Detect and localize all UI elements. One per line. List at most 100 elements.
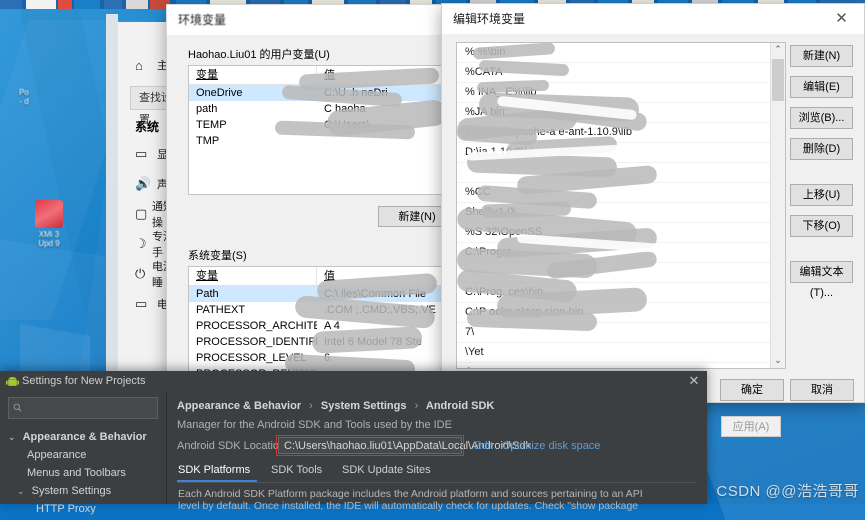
path-entry[interactable] [457,263,771,283]
tab-sdk-tools[interactable]: SDK Tools [271,464,322,476]
table-row[interactable]: PROCESSOR_LEVEL 6 [189,350,457,366]
home-icon: ⌂ [135,57,143,73]
desktop-icon-label-line1: XMi 3 [38,230,60,239]
table-row[interactable]: TEMP C:\Users\.. [189,117,457,133]
breadcrumb-separator: › [309,400,313,412]
path-entry[interactable]: %S 32\OpenSS [457,223,771,243]
path-entry[interactable]: C:\Prog. ces\bin [457,283,771,303]
close-icon[interactable]: ✕ [819,4,864,34]
watermark: CSDN @@浩浩哥哥 [716,483,859,500]
settings-search-input[interactable] [8,397,158,419]
sidebar-item-label: HTTP Proxy [36,503,96,515]
path-entries-scroll-area[interactable]: % %\bin %CATA % INA_ E%\lib %JA bin; ava… [457,43,771,368]
table-row[interactable]: path C haoha [189,101,457,117]
scroll-up-icon[interactable]: ⌃ [771,43,785,57]
edit-text-button[interactable]: 编辑文本(T)... [790,261,853,299]
user-variables-label: Haohao.Liu01 的用户变量(U) [188,49,330,61]
sidebar-item-label: Menus and Toolbars [27,467,126,479]
desktop-icon-xmi-updater[interactable]: XMi 3 Upd 9 [18,200,80,248]
path-entry[interactable]: % %\bin [457,43,771,63]
sidebar-item-menus-toolbars[interactable]: Menus and Toolbars [0,464,166,482]
breadcrumb-item-android-sdk[interactable]: Android SDK [426,400,494,412]
table-row[interactable]: Path C:\ iles\Common File [189,286,457,302]
table-row[interactable]: PATHEXT .COM ;.CMD;.VBS;.VE [189,302,457,318]
path-entry[interactable]: %JA bin; [457,103,771,123]
path-entry[interactable]: \Yet [457,343,771,363]
cell-variable: TEMP [196,119,227,131]
breadcrumb: Appearance & Behavior › System Settings … [177,400,494,412]
chevron-down-icon[interactable]: ⌄ [8,432,16,442]
sidebar-item-http-proxy[interactable]: HTTP Proxy [0,500,166,518]
ok-button[interactable]: 确定 [720,379,784,401]
path-entry[interactable]: % INA_ E%\lib [457,83,771,103]
path-entry[interactable]: D:\ja 1.10.9\bin [457,143,771,163]
optimize-disk-space-link[interactable]: Optimize disk space [502,440,600,452]
path-entry[interactable]: 7\ [457,323,771,343]
tab-sdk-platforms[interactable]: SDK Platforms [178,464,250,476]
system-variables-label: 系统变量(S) [188,250,247,262]
cell-value: Intel 6 Model 78 Ste [324,336,422,348]
edit-sdk-link[interactable]: Edit [474,440,493,452]
scroll-down-icon[interactable]: ⌄ [771,354,785,368]
cell-value: C:\Users\.. [324,119,376,131]
display-icon: ▭ [135,146,148,161]
cell-value: 6 [324,352,331,364]
edit-environment-variable-dialog: 编辑环境变量 ✕ % %\bin %CATA % INA_ E%\lib %JA… [441,3,865,403]
path-entry[interactable]: C:\Progra [457,243,771,263]
edit-dialog-title: 编辑环境变量 [442,4,864,34]
path-entry[interactable]: avaCOV\apache-a e-ant-1.10.9\lib [457,123,771,143]
path-entry[interactable]: %CC [457,183,771,203]
desktop-icon-potplayer[interactable]: Po - d [4,88,44,106]
chevron-down-icon[interactable]: ⌄ [17,486,25,496]
android-studio-settings-dialog: Settings for New Projects ✕ ⌄ Appearance… [0,371,707,515]
scrollbar-thumb[interactable] [772,59,784,101]
edit-path-button[interactable]: 编辑(E) [790,76,853,98]
breadcrumb-item-system-settings[interactable]: System Settings [321,400,407,412]
system-variables-table[interactable]: 变量 值 Path C:\ iles\Common File PATHEXT .… [188,266,458,380]
close-icon[interactable]: ✕ [681,371,707,391]
sidebar-item-appearance-behavior[interactable]: ⌄ Appearance & Behavior [0,428,166,446]
path-entry[interactable]: C:\P ocke sktop sion-bin [457,303,771,323]
path-entry[interactable]: Shell\v1.0\ [457,203,771,223]
sdk-body-line1: Each Android SDK Platform package includ… [178,488,643,500]
cell-variable: TMP [196,135,220,147]
table-row[interactable]: PROCESSOR_IDENTIFIER Intel 6 Model 78 St… [189,334,457,350]
breadcrumb-separator: › [414,400,419,412]
apply-button[interactable]: 应用(A) [721,416,781,437]
path-entry[interactable] [457,163,771,183]
windows-settings-left-edge [106,14,118,382]
browse-path-button[interactable]: 浏览(B)... [790,107,853,129]
user-variables-table[interactable]: 变量 值 OneDrive C:\U .h neDri path C haoha… [188,65,458,195]
system-variables-header: 变量 值 [189,267,457,286]
move-up-button[interactable]: 上移(U) [790,184,853,206]
column-header-value: 值 [324,270,335,282]
sdk-body-line2: level by default. Once installed, the ID… [178,500,639,512]
search-icon [13,403,22,412]
xmi-app-icon [35,200,63,228]
path-list-scrollbar[interactable]: ⌃ ⌄ [770,43,785,368]
power-icon: ⏻ [135,266,146,281]
sound-icon: 🔊 [135,176,152,191]
sdk-location-highlight-box [276,435,464,456]
battery-icon: ▭ [135,296,148,311]
tab-sdk-update-sites[interactable]: SDK Update Sites [342,464,431,476]
path-entry[interactable]: A [457,363,771,368]
cancel-button[interactable]: 取消 [790,379,854,401]
cell-value: A 4 [324,320,340,332]
delete-path-button[interactable]: 删除(D) [790,138,853,160]
move-down-button[interactable]: 下移(O) [790,215,853,237]
sdk-location-label: Android SDK Location: [177,440,289,452]
new-path-button[interactable]: 新建(N) [790,45,853,67]
android-robot-icon [6,376,19,386]
path-entries-list[interactable]: % %\bin %CATA % INA_ E%\lib %JA bin; ava… [456,42,786,369]
settings-content-pane: Appearance & Behavior › System Settings … [166,391,707,512]
path-entry[interactable]: %CATA [457,63,771,83]
sidebar-item-appearance[interactable]: Appearance [0,446,166,464]
table-row[interactable]: PROCESSOR_ARCHITECT... A 4 [189,318,457,334]
cell-value: C haoha [324,103,366,115]
table-row[interactable]: TMP [189,133,457,149]
column-header-variable: 变量 [189,267,317,285]
breadcrumb-item-appearance-behavior[interactable]: Appearance & Behavior [177,400,301,412]
sidebar-item-system-settings[interactable]: ⌄ System Settings [0,482,166,500]
table-row[interactable]: OneDrive C:\U .h neDri [189,85,457,101]
